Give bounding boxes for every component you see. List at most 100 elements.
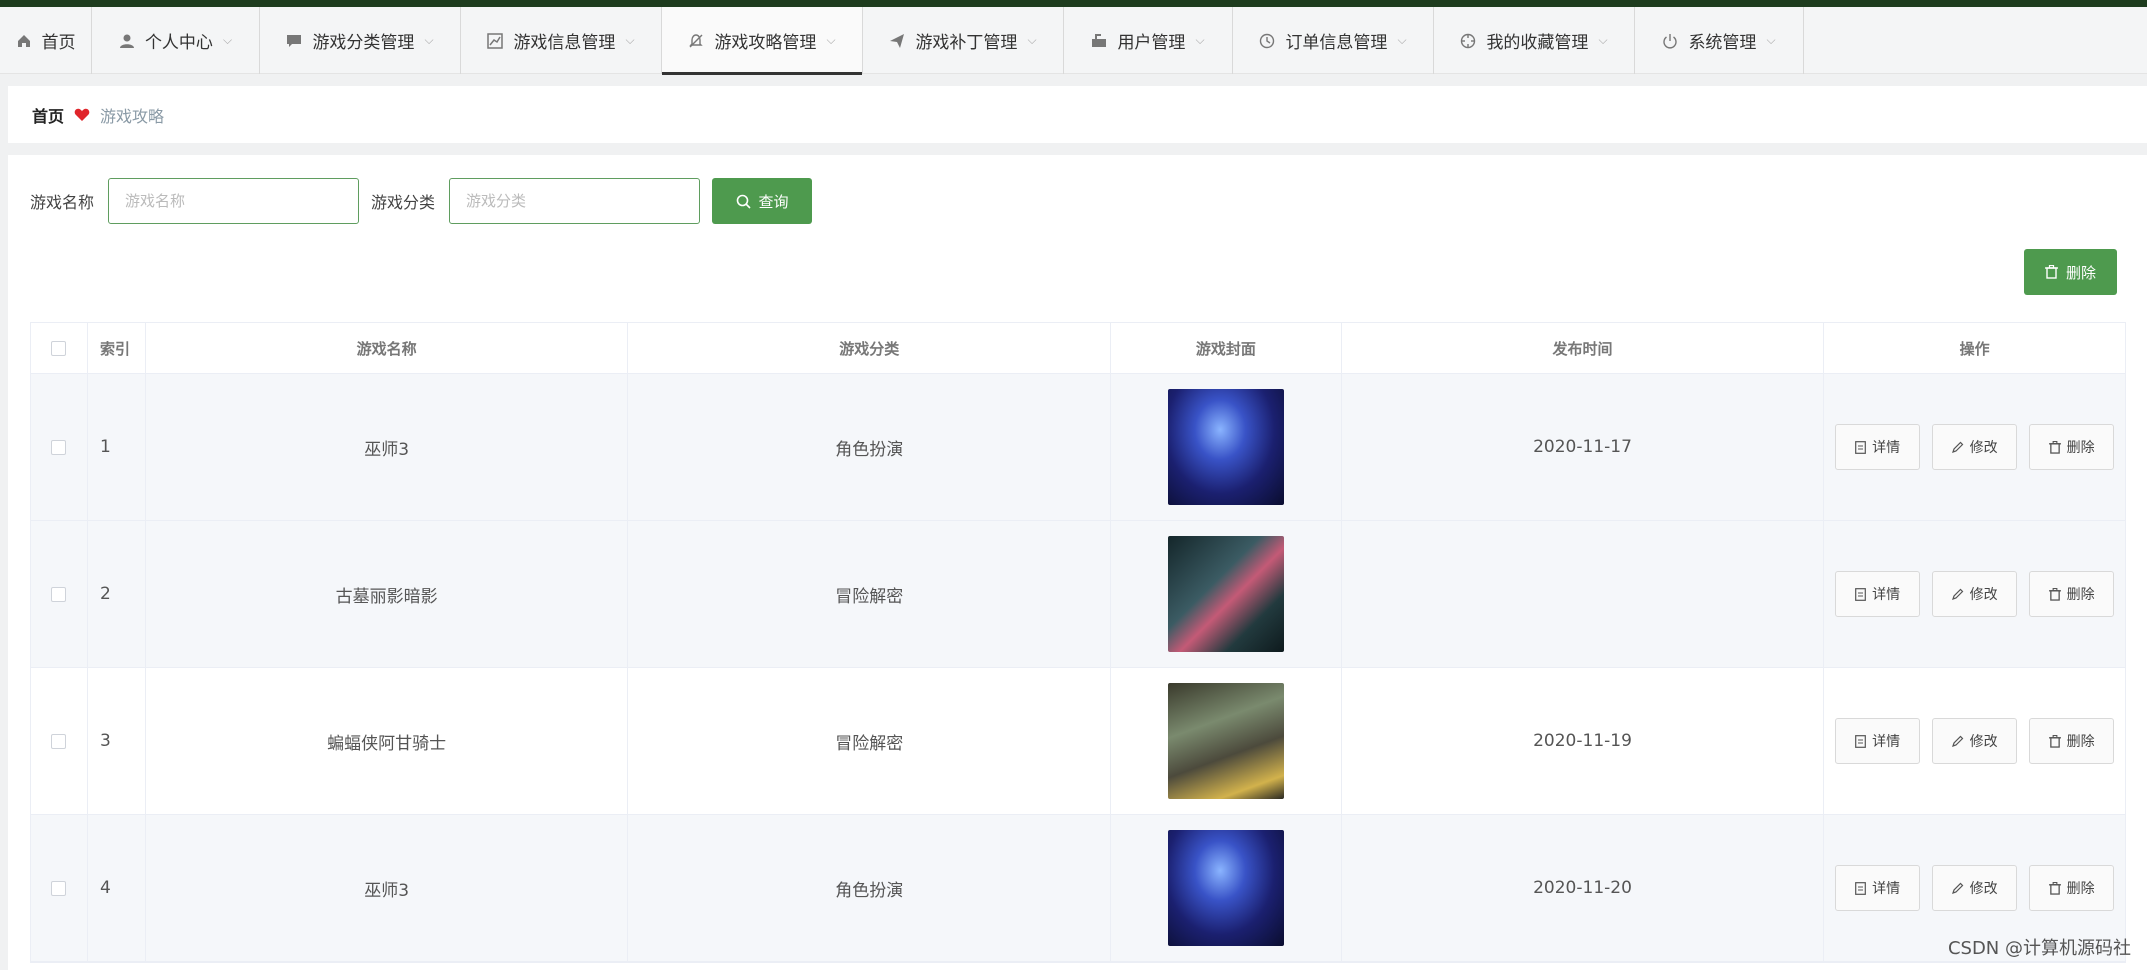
query-button[interactable]: 查询: [712, 178, 813, 224]
row-name: 巫师3: [146, 374, 629, 520]
row-date: 2020-11-19: [1342, 668, 1825, 814]
row-checkbox[interactable]: [51, 733, 67, 749]
clock-icon: [1260, 33, 1275, 48]
nav-item-favorites[interactable]: 我的收藏管理 ⌵: [1434, 7, 1635, 74]
trash-icon: [2044, 265, 2058, 279]
trash-icon: [2048, 440, 2061, 454]
table-row: 1 巫师3 角色扮演 2020-11-17 详情 修改 删除: [31, 374, 2125, 521]
chevron-down-icon: ⌵: [1598, 33, 1608, 47]
trash-icon: [2048, 881, 2061, 895]
select-all-checkbox[interactable]: [51, 340, 67, 356]
edit-label: 修改: [1969, 440, 1998, 456]
chevron-down-icon: ⌵: [1195, 33, 1205, 47]
trash-icon: [2048, 734, 2061, 748]
header-date: 发布时间: [1342, 323, 1825, 373]
row-select-cell: [31, 815, 88, 961]
row-index: 3: [88, 668, 146, 814]
row-actions: 详情 修改 删除: [1824, 521, 2125, 667]
row-name: 蝙蝠侠阿甘骑士: [146, 668, 629, 814]
game-category-label: 游戏分类: [371, 193, 436, 212]
table-row: 2 古墓丽影暗影 冒险解密 详情 修改 删除: [31, 521, 2125, 668]
delete-button[interactable]: 删除: [2029, 718, 2115, 764]
nav-item-label: 游戏分类管理: [312, 33, 415, 53]
row-category: 冒险解密: [628, 521, 1111, 667]
delete-button[interactable]: 删除: [2029, 424, 2115, 470]
header-select-cell: [31, 323, 88, 373]
header-cover: 游戏封面: [1111, 323, 1342, 373]
nav-item-label: 首页: [41, 33, 76, 53]
document-icon: [1855, 440, 1867, 454]
trash-icon: [2048, 587, 2061, 601]
document-icon: [1855, 734, 1867, 748]
chevron-down-icon: ⌵: [1027, 33, 1037, 47]
edit-icon: [1951, 588, 1963, 600]
row-actions: 详情 修改 删除: [1824, 374, 2125, 520]
aim-icon: [1461, 33, 1476, 48]
batch-delete-button[interactable]: 删除: [2024, 249, 2117, 295]
breadcrumb: 首页 游戏攻略: [8, 86, 2147, 143]
game-name-input[interactable]: [108, 178, 360, 224]
game-category-input[interactable]: [449, 178, 701, 224]
row-checkbox[interactable]: [51, 439, 67, 455]
edit-button[interactable]: 修改: [1932, 718, 2018, 764]
edit-button[interactable]: 修改: [1932, 571, 2018, 617]
detail-label: 详情: [1872, 587, 1901, 603]
header-category: 游戏分类: [628, 323, 1111, 373]
top-nav: 首页 个人中心 ⌵ 游戏分类管理 ⌵ 游戏信息管理 ⌵ 游戏攻略管理 ⌵ 游戏补…: [0, 7, 2147, 75]
query-button-label: 查询: [758, 192, 789, 211]
send-icon: [890, 33, 905, 48]
power-icon: [1663, 33, 1678, 48]
detail-button[interactable]: 详情: [1835, 865, 1921, 911]
row-actions: 详情 修改 删除: [1824, 668, 2125, 814]
row-select-cell: [31, 521, 88, 667]
nav-item-game-info[interactable]: 游戏信息管理 ⌵: [461, 7, 662, 74]
row-name: 古墓丽影暗影: [146, 521, 629, 667]
nav-item-home[interactable]: 首页: [0, 7, 92, 74]
row-checkbox[interactable]: [51, 880, 67, 896]
nav-item-users[interactable]: 用户管理 ⌵: [1064, 7, 1233, 74]
row-date: 2020-11-20: [1342, 815, 1825, 961]
breadcrumb-home[interactable]: 首页: [32, 103, 64, 127]
nav-item-label: 游戏补丁管理: [915, 33, 1018, 53]
chevron-down-icon: ⌵: [826, 33, 836, 47]
edit-button[interactable]: 修改: [1932, 865, 2018, 911]
row-date: 2020-11-17: [1342, 374, 1825, 520]
edit-button[interactable]: 修改: [1932, 424, 2018, 470]
document-icon: [1855, 587, 1867, 601]
row-cover-cell: [1111, 668, 1342, 814]
nav-item-orders[interactable]: 订单信息管理 ⌵: [1233, 7, 1434, 74]
detail-label: 详情: [1872, 440, 1901, 456]
breadcrumb-current: 游戏攻略: [100, 106, 165, 126]
game-cover-image[interactable]: [1167, 683, 1284, 799]
header-name: 游戏名称: [146, 323, 629, 373]
delete-button[interactable]: 删除: [2029, 571, 2115, 617]
row-category: 角色扮演: [628, 374, 1111, 520]
chevron-down-icon: ⌵: [625, 33, 635, 47]
table-row: 4 巫师3 角色扮演 2020-11-20 详情 修改 删除: [31, 815, 2125, 962]
detail-button[interactable]: 详情: [1835, 571, 1921, 617]
detail-button[interactable]: 详情: [1835, 718, 1921, 764]
nav-item-label: 我的收藏管理: [1486, 33, 1589, 53]
row-checkbox[interactable]: [51, 586, 67, 602]
delete-button[interactable]: 删除: [2029, 865, 2115, 911]
nav-item-guide[interactable]: 游戏攻略管理 ⌵: [662, 7, 863, 75]
heart-icon: [74, 108, 90, 121]
nav-item-label: 游戏攻略管理: [714, 33, 817, 53]
row-cover-cell: [1111, 521, 1342, 667]
detail-label: 详情: [1872, 734, 1901, 750]
game-cover-image[interactable]: [1167, 830, 1284, 946]
chart-icon: [487, 32, 504, 49]
detail-button[interactable]: 详情: [1835, 424, 1921, 470]
nav-item-category[interactable]: 游戏分类管理 ⌵: [260, 7, 461, 74]
game-cover-image[interactable]: [1167, 389, 1284, 505]
game-cover-image[interactable]: [1167, 536, 1284, 652]
row-category: 角色扮演: [628, 815, 1111, 961]
chat-icon: [287, 34, 302, 47]
nav-item-profile[interactable]: 个人中心 ⌵: [92, 7, 260, 74]
watermark: CSDN @计算机源码社: [1947, 938, 2131, 959]
row-select-cell: [31, 374, 88, 520]
row-select-cell: [31, 668, 88, 814]
nav-item-system[interactable]: 系统管理 ⌵: [1635, 7, 1804, 74]
edit-label: 修改: [1969, 587, 1998, 603]
nav-item-patch[interactable]: 游戏补丁管理 ⌵: [863, 7, 1064, 74]
